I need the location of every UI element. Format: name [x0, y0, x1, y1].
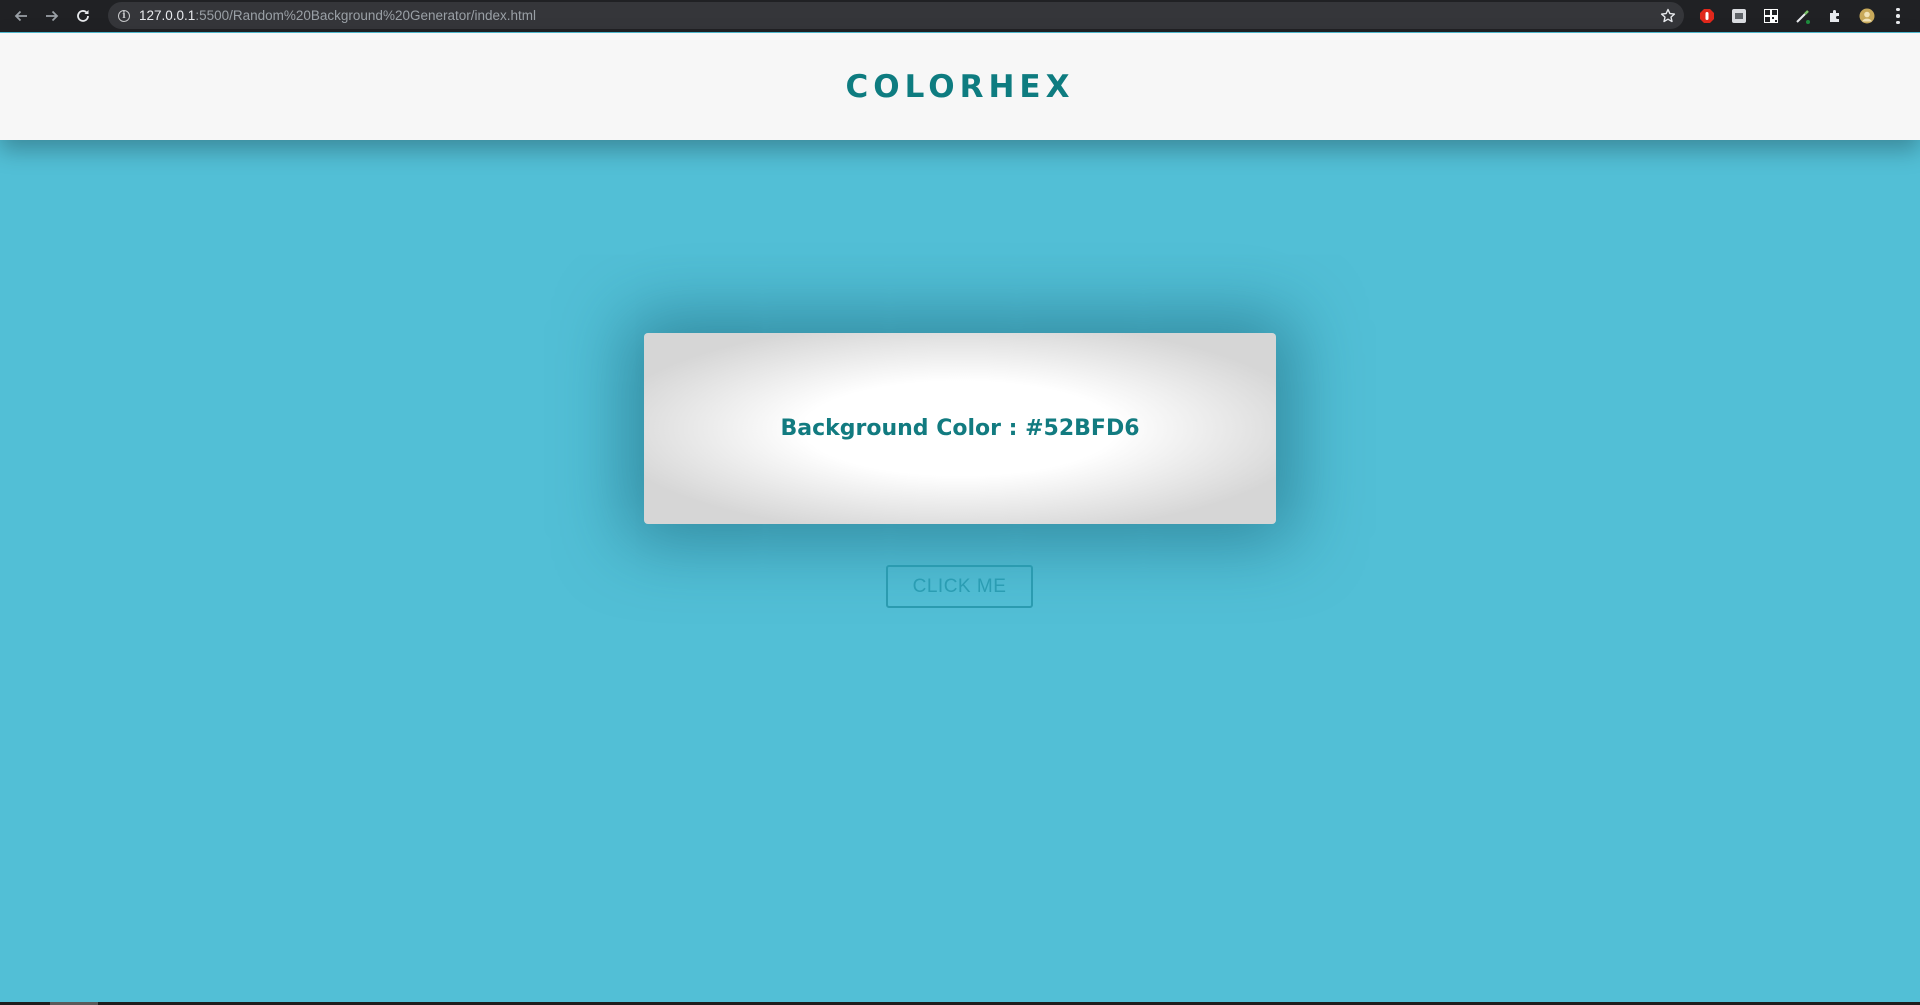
puzzle-icon[interactable]: [1826, 7, 1844, 25]
info-icon[interactable]: i: [118, 9, 130, 22]
url-host: 127.0.0.1: [139, 8, 196, 23]
reload-button[interactable]: [73, 6, 93, 26]
background-color-label: Background Color : #52BFD6: [780, 416, 1140, 441]
screenshot-icon[interactable]: [1730, 7, 1748, 25]
color-display-card: Background Color : #52BFD6: [644, 333, 1276, 524]
forward-button[interactable]: [42, 6, 62, 26]
address-bar[interactable]: i 127.0.0.1:5500/Random%20Background%20G…: [108, 2, 1684, 29]
browser-toolbar: i 127.0.0.1:5500/Random%20Background%20G…: [0, 0, 1920, 32]
url-text[interactable]: 127.0.0.1:5500/Random%20Background%20Gen…: [139, 8, 536, 23]
star-icon[interactable]: [1659, 7, 1676, 24]
arrow-left-icon: [14, 10, 27, 22]
click-me-button[interactable]: CLICK ME: [886, 565, 1033, 608]
qr-code-icon[interactable]: [1762, 7, 1780, 25]
extensions-area: [1698, 0, 1920, 32]
kebab-menu-icon[interactable]: [1890, 7, 1906, 25]
site-header: COLORHEX: [0, 33, 1920, 140]
reload-icon: [77, 10, 89, 22]
avatar-icon[interactable]: [1858, 7, 1876, 25]
back-button[interactable]: [11, 6, 31, 26]
url-path: :5500/Random%20Background%20Generator/in…: [195, 8, 537, 23]
arrow-right-icon: [46, 10, 59, 22]
adblock-icon[interactable]: [1698, 7, 1716, 25]
color-picker-icon[interactable]: [1794, 7, 1812, 25]
brand-title: COLORHEX: [845, 68, 1075, 105]
